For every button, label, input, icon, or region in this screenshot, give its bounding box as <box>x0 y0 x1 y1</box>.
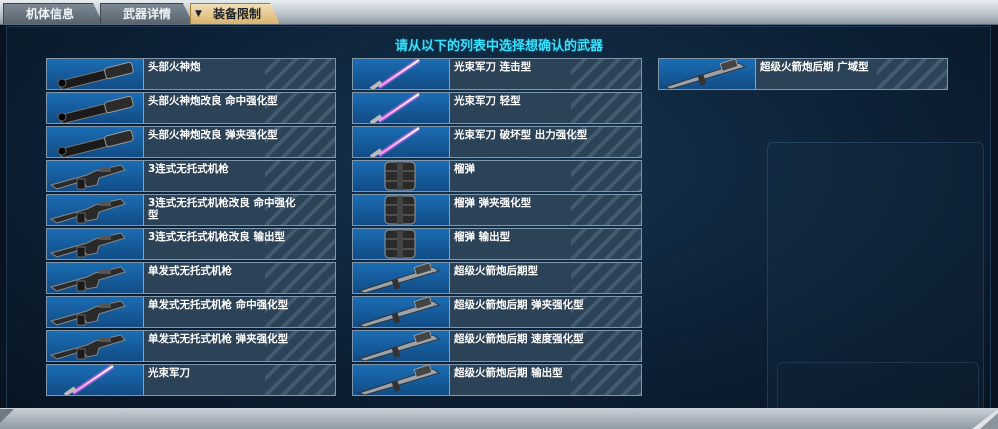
weapon-list-item[interactable]: 榴弹 输出型 <box>352 228 642 260</box>
hyper-bazooka-icon <box>353 297 450 327</box>
weapon-list-item[interactable]: 单发式无托式机枪 弹夹强化型 <box>46 330 336 362</box>
beam-saber-icon <box>353 93 450 123</box>
head-vulcan-icon <box>47 93 144 123</box>
hyper-bazooka-icon <box>353 331 450 361</box>
weapon-list-item[interactable]: 光束军刀 <box>46 364 336 396</box>
weapon-list-item[interactable]: 榴弹 <box>352 160 642 192</box>
weapon-name: 榴弹 弹夹强化型 <box>454 197 532 209</box>
weapon-list-item[interactable]: 光束军刀 破坏型 出力强化型 <box>352 126 642 158</box>
weapon-name: 榴弹 输出型 <box>454 231 511 243</box>
weapon-name: 光束军刀 <box>148 367 190 379</box>
weapon-name: 3连式无托式机枪改良 命中强化型 <box>148 197 296 221</box>
bullpup-machine-gun-icon <box>47 263 144 293</box>
bullpup-machine-gun-icon <box>47 161 144 191</box>
bottom-bar <box>0 408 998 429</box>
beam-saber-icon <box>353 59 450 89</box>
weapon-list-item[interactable]: 超级火箭炮后期 弹夹强化型 <box>352 296 642 328</box>
weapon-name: 头部火神炮改良 弹夹强化型 <box>148 129 278 141</box>
weapon-list-item[interactable]: 超级火箭炮后期 广域型 <box>658 58 948 90</box>
hyper-bazooka-icon <box>659 59 756 89</box>
weapon-name: 3连式无托式机枪 <box>148 163 229 175</box>
background-button-ghost <box>777 362 979 412</box>
weapon-list-item[interactable]: 超级火箭炮后期 输出型 <box>352 364 642 396</box>
weapon-list-item[interactable]: 超级火箭炮后期型 <box>352 262 642 294</box>
corner-decoration <box>0 409 14 423</box>
bullpup-machine-gun-icon <box>47 195 144 225</box>
bullpup-machine-gun-icon <box>47 331 144 361</box>
corner-decoration <box>972 409 998 429</box>
beam-saber-icon <box>47 365 144 395</box>
weapon-list-item[interactable]: 头部火神炮改良 弹夹强化型 <box>46 126 336 158</box>
grenade-icon <box>353 229 450 259</box>
weapon-name: 单发式无托式机枪 弹夹强化型 <box>148 333 289 345</box>
weapon-list-item[interactable]: 3连式无托式机枪 <box>46 160 336 192</box>
weapon-name: 光束军刀 破坏型 出力强化型 <box>454 129 588 141</box>
weapon-list-item[interactable]: 头部火神炮改良 命中强化型 <box>46 92 336 124</box>
weapon-name: 超级火箭炮后期 速度强化型 <box>454 333 584 345</box>
weapon-name: 超级火箭炮后期 广域型 <box>760 61 869 73</box>
weapon-list-item[interactable]: 光束军刀 轻型 <box>352 92 642 124</box>
bullpup-machine-gun-icon <box>47 229 144 259</box>
weapon-name: 头部火神炮 <box>148 61 201 73</box>
weapon-list-item[interactable]: 单发式无托式机枪 命中强化型 <box>46 296 336 328</box>
weapon-list-item[interactable]: 头部火神炮 <box>46 58 336 90</box>
hyper-bazooka-icon <box>353 365 450 395</box>
weapon-name: 光束军刀 轻型 <box>454 95 521 107</box>
tab-equipment-restrictions[interactable]: ▼ 装备限制 <box>190 3 280 24</box>
weapon-list-item[interactable]: 3连式无托式机枪改良 命中强化型 <box>46 194 336 226</box>
tab-bar: 机体信息 武器详情 ▼ 装备限制 <box>0 0 998 25</box>
hyper-bazooka-icon <box>353 263 450 293</box>
weapon-name: 榴弹 <box>454 163 475 175</box>
grenade-icon <box>353 195 450 225</box>
tab-label: 机体信息 <box>26 7 75 21</box>
weapon-name: 超级火箭炮后期型 <box>454 265 538 277</box>
weapon-list-item[interactable]: 光束军刀 连击型 <box>352 58 642 90</box>
weapon-list-item[interactable]: 超级火箭炮后期 速度强化型 <box>352 330 642 362</box>
weapon-name: 头部火神炮改良 命中强化型 <box>148 95 278 107</box>
tab-weapon-details[interactable]: 武器详情 <box>100 3 193 24</box>
head-vulcan-icon <box>47 59 144 89</box>
weapon-list-item[interactable]: 榴弹 弹夹强化型 <box>352 194 642 226</box>
bullpup-machine-gun-icon <box>47 297 144 327</box>
weapon-name: 单发式无托式机枪 <box>148 265 232 277</box>
weapon-list-item[interactable]: 3连式无托式机枪改良 输出型 <box>46 228 336 260</box>
weapon-name: 单发式无托式机枪 命中强化型 <box>148 299 289 311</box>
dropdown-arrow-icon: ▼ <box>195 9 202 19</box>
weapon-name: 超级火箭炮后期 弹夹强化型 <box>454 299 584 311</box>
weapon-name: 超级火箭炮后期 输出型 <box>454 367 563 379</box>
tab-unit-info[interactable]: 机体信息 <box>3 3 103 24</box>
weapon-list-item[interactable]: 单发式无托式机枪 <box>46 262 336 294</box>
grenade-icon <box>353 161 450 191</box>
tab-label: 武器详情 <box>123 7 172 21</box>
head-vulcan-icon <box>47 127 144 157</box>
instruction-heading: 请从以下的列表中选择想确认的武器 <box>394 39 603 54</box>
tab-label: 装备限制 <box>213 7 262 21</box>
beam-saber-icon <box>353 127 450 157</box>
weapon-name: 3连式无托式机枪改良 输出型 <box>148 231 285 243</box>
weapon-name: 光束军刀 连击型 <box>454 61 532 73</box>
